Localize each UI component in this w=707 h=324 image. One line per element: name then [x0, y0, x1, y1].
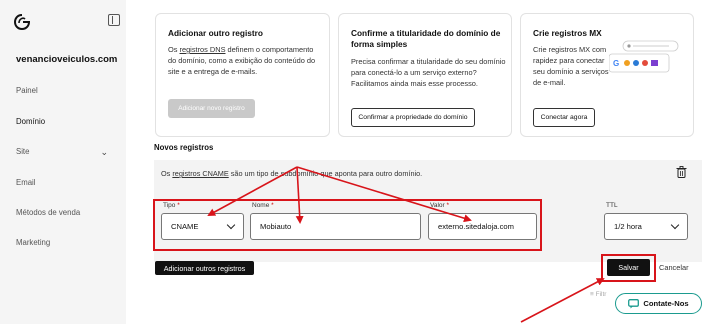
sidebar-item-site[interactable]: Site ⌄ [16, 147, 118, 157]
email-providers-illustration-icon: G [609, 40, 679, 73]
sidebar: venancioveiculos.com Painel Domínio Site… [0, 0, 126, 324]
sidebar-item-dominio[interactable]: Domínio [16, 117, 45, 126]
confirm-ownership-button[interactable]: Confirmar a propriedade do domínio [351, 108, 475, 127]
card-title: Crie registros MX [533, 28, 602, 38]
svg-text:G: G [613, 59, 619, 68]
confirm-ownership-card: Confirme a titularidade do domínio de fo… [338, 13, 512, 137]
filter-hint: ≡ Filtr [590, 291, 607, 298]
sidebar-item-painel[interactable]: Painel [16, 86, 38, 95]
sidebar-item-label: Email [16, 178, 36, 187]
dns-records-link[interactable]: registros DNS [180, 45, 226, 54]
card-title: Confirme a titularidade do domínio de fo… [351, 28, 501, 49]
annotation-box-fields [153, 199, 542, 251]
add-record-card: Adicionar outro registro Os registros DN… [155, 13, 330, 137]
sidebar-item-marketing[interactable]: Marketing [16, 238, 50, 247]
add-more-records-button[interactable]: Adicionar outros registros [155, 261, 254, 275]
sidebar-item-metodos-de-venda[interactable]: Métodos de venda [16, 208, 80, 217]
mx-records-card: Crie registros MX Crie registros MX com … [520, 13, 694, 137]
card-text: Precisa confirmar a titularidade do seu … [351, 57, 506, 88]
trash-icon[interactable] [676, 166, 687, 178]
ttl-select[interactable]: 1/2 hora [604, 213, 688, 240]
sidebar-item-email[interactable]: Email [16, 178, 36, 187]
card-text: Os registros DNS definem o comportamento… [168, 45, 316, 76]
sidebar-item-label: Marketing [16, 238, 51, 247]
sidebar-item-label: Painel [16, 86, 38, 95]
chevron-down-icon: ⌄ [100, 147, 108, 157]
cname-records-link[interactable]: registros CNAME [172, 169, 228, 178]
chat-icon [628, 298, 640, 308]
chevron-down-icon [670, 220, 680, 230]
add-new-record-button[interactable]: Adicionar novo registro [168, 99, 255, 118]
card-text: Crie registros MX com rapidez para conec… [533, 45, 609, 87]
annotation-box-save [601, 254, 656, 282]
cancel-button[interactable]: Cancelar [659, 263, 689, 272]
site-name: venancioveiculos.com [16, 54, 118, 65]
cname-info-text: Os registros CNAME são um tipo de subdom… [161, 169, 423, 178]
sidebar-item-label: Métodos de venda [16, 208, 81, 217]
sidebar-item-label: Site [16, 147, 30, 156]
collapse-sidebar-icon[interactable] [108, 14, 120, 26]
connect-now-button[interactable]: Conectar agora [533, 108, 595, 127]
new-records-title: Novos registros [154, 143, 214, 152]
contact-us-button[interactable]: Contate-Nos [615, 293, 702, 314]
card-title: Adicionar outro registro [168, 28, 263, 38]
godaddy-logo-icon[interactable] [12, 12, 32, 32]
sidebar-item-label: Domínio [16, 117, 46, 126]
ttl-label: TTL [606, 202, 618, 209]
